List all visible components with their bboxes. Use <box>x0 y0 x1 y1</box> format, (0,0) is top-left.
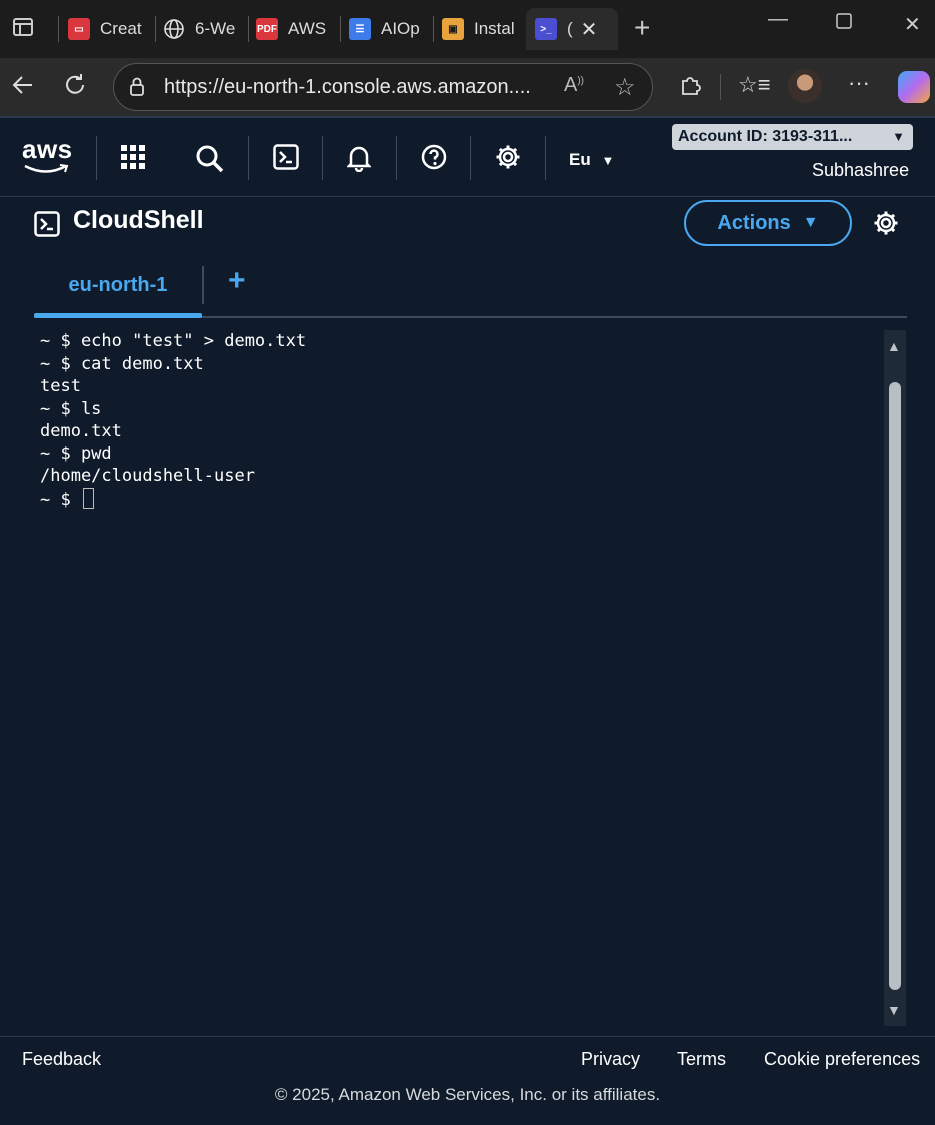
console-footer: Feedback Privacy Terms Cookie preference… <box>0 1036 935 1125</box>
tab-separator <box>202 266 204 304</box>
extensions-icon[interactable] <box>678 73 702 104</box>
close-window-icon[interactable]: ✕ <box>904 12 921 37</box>
actions-button[interactable]: Actions ▼ <box>684 200 852 246</box>
doc-icon: ☰ <box>349 18 371 40</box>
aws-top-nav: aws Eu ▼ Account ID: 3193-311... ▼ Subha… <box>0 116 935 197</box>
url-text: https://eu-north-1.console.aws.amazon...… <box>164 76 531 98</box>
browser-tab-2[interactable]: 6-We <box>163 8 246 50</box>
chevron-down-icon: ▼ <box>892 129 905 144</box>
tab-label: ( <box>567 19 573 38</box>
help-icon[interactable] <box>421 144 447 175</box>
chevron-down-icon: ▼ <box>601 153 615 168</box>
package-icon: ▣ <box>442 18 464 40</box>
tab-label: AIOp <box>381 19 420 38</box>
terminal-line: ~ $ ls <box>40 398 102 419</box>
region-selector[interactable]: Eu ▼ <box>569 150 614 170</box>
terminal-line: test <box>40 376 81 396</box>
feedback-link[interactable]: Feedback <box>22 1049 101 1070</box>
terminal-line: ~ $ pwd <box>40 443 112 464</box>
settings-gear-icon[interactable] <box>495 144 521 175</box>
tab-label: Creat <box>100 19 142 38</box>
lock-icon[interactable] <box>128 76 146 101</box>
browser-tab-strip: ▭ Creat 6-We PDF AWS ☰ AIOp ▣ Instal >_ … <box>0 0 935 58</box>
terminal-line: ~ $ cat demo.txt <box>40 353 204 374</box>
browser-tab-active[interactable]: >_ ( ✕ <box>526 8 618 50</box>
services-grid-icon[interactable] <box>120 144 146 175</box>
terminal-line: ~ $ echo "test" > demo.txt <box>40 331 307 351</box>
browser-tab-1[interactable]: ▭ Creat <box>68 8 154 50</box>
favorites-icon[interactable]: ☆≡ <box>738 72 771 98</box>
cloudshell-icon: >_ <box>535 18 557 40</box>
scroll-up-icon[interactable]: ▲ <box>887 338 901 354</box>
tab-label: 6-We <box>195 19 236 38</box>
browser-tab-3[interactable]: PDF AWS <box>256 8 336 50</box>
address-bar-row: https://eu-north-1.console.aws.amazon...… <box>0 58 935 116</box>
aws-logo[interactable]: aws <box>22 136 73 180</box>
actions-label: Actions <box>717 211 791 234</box>
cookie-preferences-link[interactable]: Cookie preferences <box>764 1049 920 1070</box>
terminal-cursor <box>82 487 94 509</box>
terminal-line: /home/cloudshell-user <box>40 466 255 486</box>
more-options-icon[interactable]: ··· <box>848 70 870 96</box>
add-tab-button[interactable]: + <box>228 264 246 298</box>
browser-tab-4[interactable]: ☰ AIOp <box>349 8 431 50</box>
minimize-icon[interactable]: — <box>768 8 788 31</box>
new-tab-icon[interactable]: + <box>634 12 650 44</box>
terminal-prompt-line[interactable]: ~ $ <box>40 487 870 512</box>
back-icon[interactable] <box>10 72 36 105</box>
terminal-prompt: ~ $ <box>40 489 81 510</box>
pdf-icon: PDF <box>256 18 278 40</box>
tab-actions-icon[interactable] <box>12 16 34 44</box>
page-title: CloudShell <box>73 206 204 234</box>
terms-link[interactable]: Terms <box>677 1049 726 1070</box>
tab-eu-north-1[interactable]: eu-north-1 <box>34 264 202 318</box>
form-icon: ▭ <box>68 18 90 40</box>
profile-avatar[interactable] <box>788 69 822 103</box>
scroll-down-icon[interactable]: ▼ <box>887 1002 901 1018</box>
region-label: Eu <box>569 150 591 169</box>
copilot-icon[interactable] <box>898 71 930 103</box>
privacy-link[interactable]: Privacy <box>581 1049 640 1070</box>
notifications-bell-icon[interactable] <box>345 144 373 177</box>
browser-tab-5[interactable]: ▣ Instal <box>442 8 524 50</box>
read-aloud-icon[interactable]: A)) <box>564 74 584 97</box>
maximize-icon[interactable] <box>836 12 852 35</box>
scrollbar-thumb[interactable] <box>889 382 901 990</box>
tab-label: AWS <box>288 19 327 38</box>
user-name[interactable]: Subhashree <box>812 160 909 181</box>
account-id: Account ID: 3193-311... <box>678 128 853 145</box>
aws-logo-text: aws <box>22 134 73 164</box>
globe-icon <box>163 18 185 40</box>
favorite-star-icon[interactable]: ☆ <box>614 73 636 102</box>
aws-smile-icon <box>24 164 69 173</box>
cloudshell-settings-icon[interactable] <box>873 210 899 241</box>
refresh-icon[interactable] <box>62 72 88 105</box>
url-field[interactable]: https://eu-north-1.console.aws.amazon...… <box>113 63 653 111</box>
caret-down-icon: ▼ <box>802 214 819 231</box>
search-icon[interactable] <box>195 144 225 179</box>
terminal-output[interactable]: ~ $ echo "test" > demo.txt ~ $ cat demo.… <box>40 330 870 511</box>
copyright-text: © 2025, Amazon Web Services, Inc. or its… <box>274 1085 661 1104</box>
account-menu[interactable]: Account ID: 3193-311... ▼ <box>672 124 913 150</box>
close-tab-icon[interactable]: ✕ <box>581 17 598 42</box>
terminal-line: demo.txt <box>40 421 122 441</box>
cloudshell-icon[interactable] <box>273 144 299 175</box>
tab-label: Instal <box>474 19 515 38</box>
cloudshell-title-icon <box>34 211 60 242</box>
tab-label: eu-north-1 <box>68 274 168 296</box>
